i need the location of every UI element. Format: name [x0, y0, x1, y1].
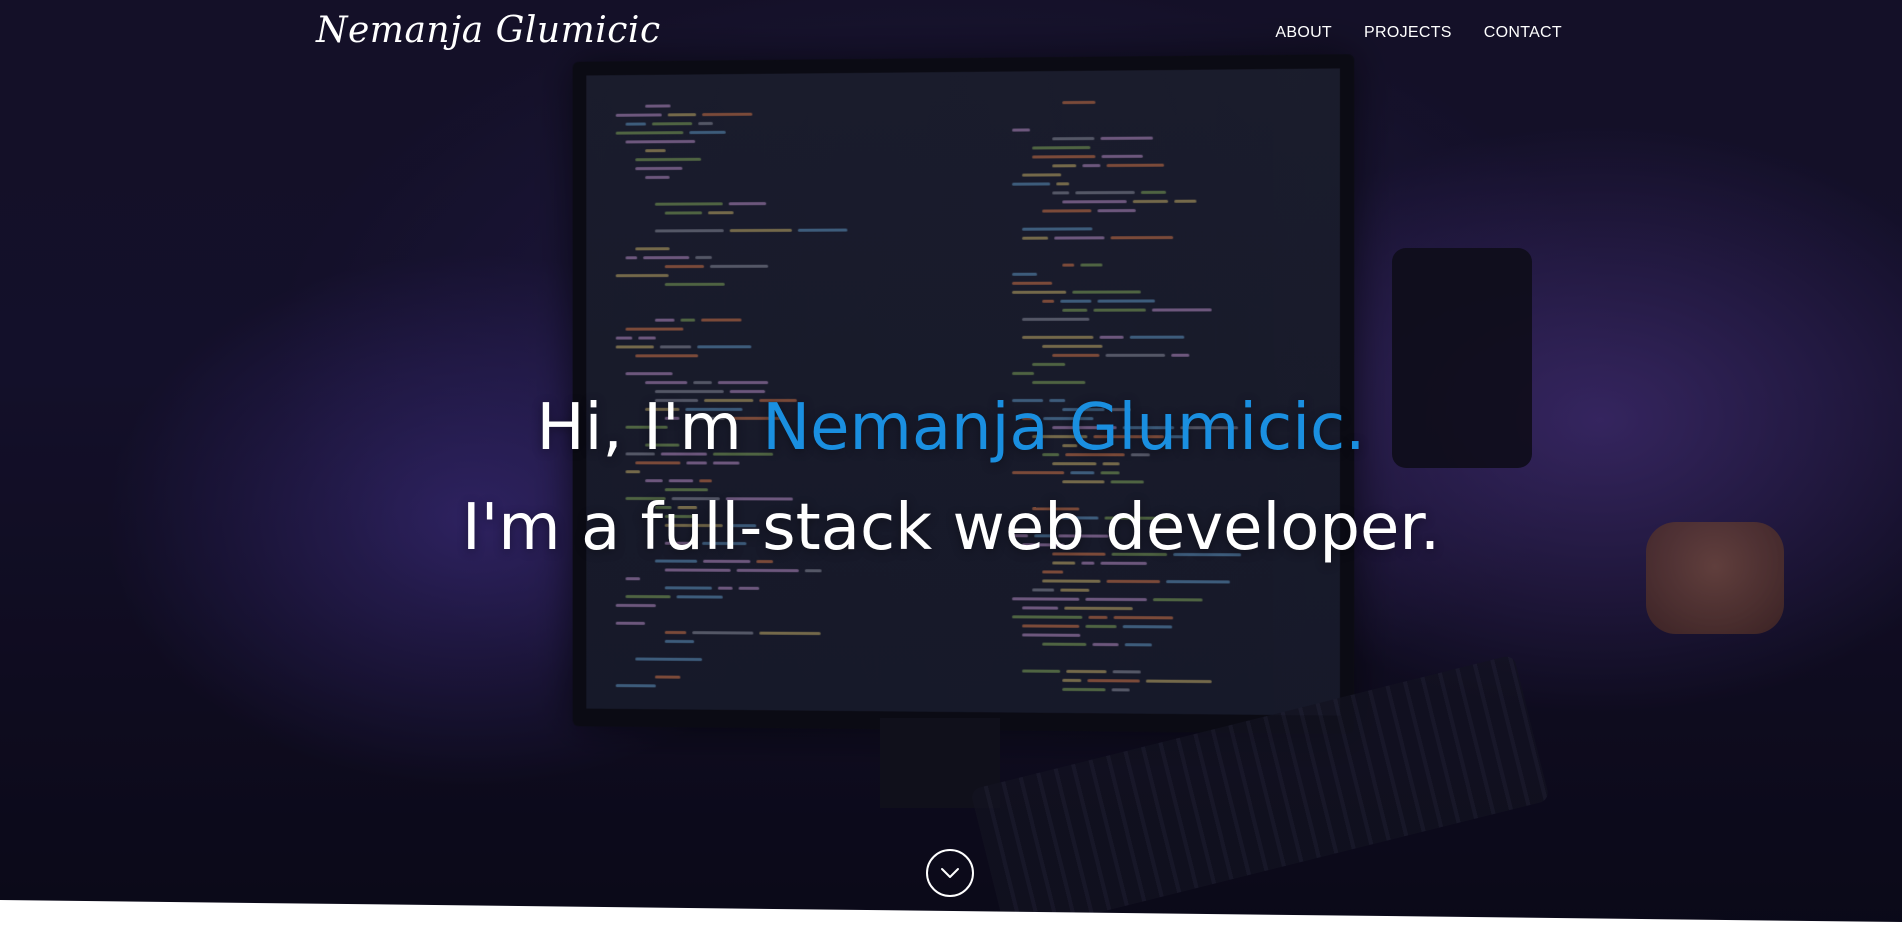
chevron-down-icon: [940, 867, 960, 879]
nav-link-contact[interactable]: CONTACT: [1484, 24, 1562, 42]
nav-link-about[interactable]: ABOUT: [1275, 24, 1332, 42]
hero-name: Nemanja Glumicic.: [762, 391, 1365, 465]
hero-section: Nemanja Glumicic ABOUT PROJECTS CONTACT …: [0, 0, 1902, 938]
hero-tagline: I'm a full-stack web developer.: [462, 491, 1440, 565]
nav-link-projects[interactable]: PROJECTS: [1364, 24, 1452, 42]
top-navbar: Nemanja Glumicic ABOUT PROJECTS CONTACT: [0, 0, 1902, 70]
scroll-down-button[interactable]: [926, 849, 974, 897]
hero-greeting: Hi, I'm: [536, 391, 762, 465]
brand-logo-link[interactable]: Nemanja Glumicic: [316, 10, 661, 51]
nav-links: ABOUT PROJECTS CONTACT: [1275, 24, 1562, 42]
hero-headline: Hi, I'm Nemanja Glumicic. I'm a full-sta…: [0, 378, 1902, 578]
